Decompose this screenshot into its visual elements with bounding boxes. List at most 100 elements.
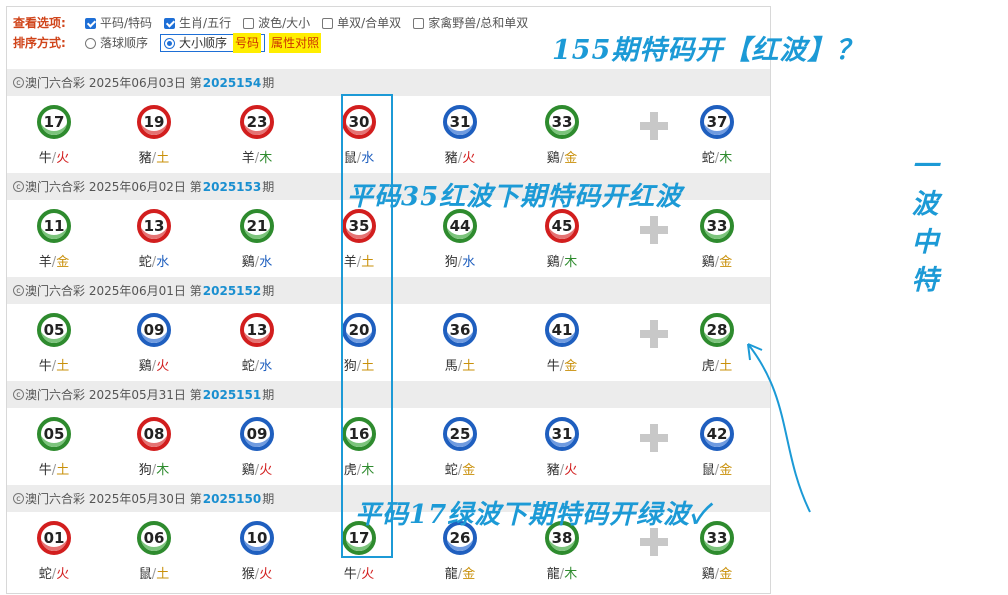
number-ball: 28 [700, 313, 734, 347]
draw-header: c 澳门六合彩 2025年06月03日 第 2025154 期 [7, 69, 770, 96]
zodiac-element: 鷄/金 [701, 567, 733, 582]
zodiac-element: 蛇/金 [444, 463, 476, 478]
zodiac-element: 龍/木 [546, 567, 578, 582]
view-option-3[interactable]: 单双/合单双 [322, 13, 401, 33]
annotation-bottom: 平码17绿波下期特码开绿波✓ [355, 500, 709, 530]
zodiac-element: 羊/木 [241, 151, 273, 166]
copyright-icon: c [13, 493, 24, 504]
number-ball: 42 [700, 417, 734, 451]
number-ball: 01 [37, 521, 71, 555]
sort-option-drop-order[interactable]: 落球顺序 [85, 33, 148, 53]
zodiac-element: 豬/火 [546, 463, 578, 478]
issue-number: 2025153 [202, 179, 262, 194]
regular-number-cell: 01 蛇/火 [7, 512, 104, 589]
checkbox-icon[interactable] [85, 17, 96, 29]
draw-date: 2025年05月30日 [88, 492, 186, 506]
view-option-4[interactable]: 家禽野兽/总和单双 [413, 13, 528, 33]
regular-number-cell: 25 蛇/金 [410, 408, 510, 485]
regular-number-cell: 11 羊/金 [7, 200, 104, 277]
regular-number-cell: 31 豬/火 [512, 408, 612, 485]
checkbox-icon[interactable] [413, 17, 425, 29]
attribute-table-link-part2[interactable]: 属性对照 [269, 33, 322, 53]
zodiac-element: 猴/火 [241, 567, 273, 582]
annotation-vertical: 一 波 中 特 [911, 151, 939, 296]
view-option-2[interactable]: 波色/大小 [243, 13, 310, 33]
draw-date: 2025年05月31日 [88, 388, 186, 402]
number-ball: 19 [137, 105, 171, 139]
regular-number-cell: 21 鷄/水 [207, 200, 307, 277]
lottery-name: 澳门六合彩 [25, 492, 86, 506]
number-ball: 13 [240, 313, 274, 347]
copyright-icon: c [13, 181, 24, 192]
number-ball: 09 [137, 313, 171, 347]
zodiac-element: 蛇/木 [701, 151, 733, 166]
plus-icon [640, 112, 668, 140]
regular-number-cell: 05 牛/土 [7, 408, 104, 485]
issue-number: 2025152 [202, 283, 262, 298]
view-option-0[interactable]: 平码/特码 [85, 13, 152, 33]
number-ball: 09 [240, 417, 274, 451]
radio-icon[interactable] [85, 37, 96, 49]
zodiac-element: 牛/火 [38, 151, 70, 166]
number-ball: 36 [443, 313, 477, 347]
sort-options-label: 排序方式: [13, 36, 66, 50]
lottery-name: 澳门六合彩 [25, 180, 86, 194]
number-ball: 05 [37, 313, 71, 347]
copyright-icon: c [13, 285, 24, 296]
checkbox-icon[interactable] [322, 17, 334, 29]
plus-icon [640, 528, 668, 556]
issue-number: 2025151 [202, 387, 262, 402]
zodiac-element: 鷄/木 [546, 255, 578, 270]
number-ball: 31 [545, 417, 579, 451]
regular-number-cell: 36 馬/土 [410, 304, 510, 381]
regular-number-cell: 23 羊/木 [207, 96, 307, 173]
zodiac-element: 鼠/土 [138, 567, 170, 582]
regular-number-cell: 05 牛/土 [7, 304, 104, 381]
number-ball: 10 [240, 521, 274, 555]
number-ball: 06 [137, 521, 171, 555]
plus-icon [640, 216, 668, 244]
issue-number: 2025150 [202, 491, 262, 506]
sort-option-size-order[interactable]: 大小顺序 号码 [160, 33, 266, 53]
zodiac-element: 牛/土 [38, 359, 70, 374]
number-ball: 44 [443, 209, 477, 243]
special-number-cell: 37 蛇/木 [667, 96, 767, 173]
zodiac-element: 羊/金 [38, 255, 70, 270]
number-ball: 11 [37, 209, 71, 243]
radio-icon[interactable] [164, 37, 176, 49]
regular-number-cell: 33 鷄/金 [512, 96, 612, 173]
annotation-top: 155期特码开【红波】？ [552, 35, 864, 66]
regular-number-cell: 31 豬/火 [410, 96, 510, 173]
zodiac-element: 蛇/水 [241, 359, 273, 374]
zodiac-element: 鷄/金 [701, 255, 733, 270]
annotation-arrow-icon [747, 343, 811, 513]
number-ball: 25 [443, 417, 477, 451]
zodiac-element: 牛/金 [546, 359, 578, 374]
number-ball: 33 [545, 105, 579, 139]
regular-number-cell: 13 蛇/水 [104, 200, 204, 277]
zodiac-element: 蛇/水 [138, 255, 170, 270]
zodiac-element: 虎/土 [701, 359, 733, 374]
number-ball: 45 [545, 209, 579, 243]
checkbox-icon[interactable] [164, 17, 176, 29]
zodiac-element: 鼠/金 [701, 463, 733, 478]
checkbox-icon[interactable] [243, 17, 255, 29]
lottery-name: 澳门六合彩 [25, 76, 86, 90]
number-ball: 08 [137, 417, 171, 451]
draw-date: 2025年06月02日 [88, 180, 186, 194]
zodiac-element: 狗/木 [138, 463, 170, 478]
number-ball: 23 [240, 105, 274, 139]
number-ball: 05 [37, 417, 71, 451]
number-ball: 33 [700, 209, 734, 243]
number-ball: 21 [240, 209, 274, 243]
zodiac-element: 龍/金 [444, 567, 476, 582]
attribute-table-link-part1[interactable]: 号码 [233, 33, 262, 53]
copyright-icon: c [13, 77, 24, 88]
regular-number-cell: 41 牛/金 [512, 304, 612, 381]
lottery-name: 澳门六合彩 [25, 284, 86, 298]
zodiac-element: 馬/土 [444, 359, 476, 374]
number-ball: 17 [37, 105, 71, 139]
view-option-1[interactable]: 生肖/五行 [164, 13, 231, 33]
regular-number-cell: 19 豬/土 [104, 96, 204, 173]
regular-number-cell: 09 鷄/火 [207, 408, 307, 485]
